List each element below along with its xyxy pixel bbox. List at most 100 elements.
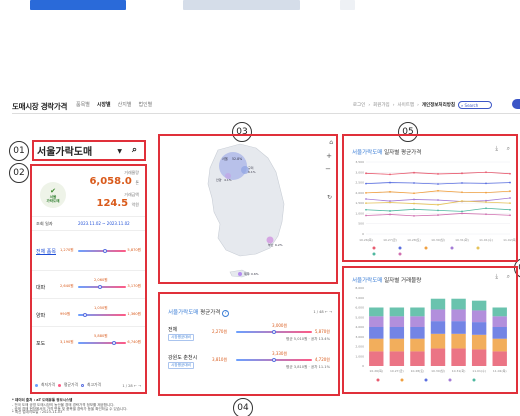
line-point (437, 199, 439, 201)
stacked-bar-segment (451, 298, 466, 310)
sitemap-link[interactable]: 사이트맵 (398, 102, 415, 108)
summary-pager[interactable]: 1 / 28 ← → (122, 384, 141, 388)
download-icon[interactable]: ⤓ (495, 145, 498, 153)
line-point (461, 200, 463, 202)
legend-swatch (372, 252, 376, 256)
x-tick-label: 11.02(목) (503, 238, 516, 242)
line-point (389, 201, 391, 204)
price-avg-dot (97, 285, 102, 289)
chevron-down-icon[interactable]: ▼ (117, 148, 122, 155)
stacked-bar-segment (471, 310, 487, 323)
x-tick-label: 10.31(화) (452, 368, 466, 373)
avg-row-avg: 3,000원 (272, 323, 288, 328)
y-tick-label: 2,500 (355, 181, 364, 185)
legend-swatch (450, 246, 454, 250)
zoom-out-icon[interactable]: − (325, 165, 331, 173)
average-price-pager[interactable]: 1 / 48 ← → (313, 310, 332, 314)
zoom-icon[interactable]: ⌕ (507, 145, 510, 153)
line-point (389, 181, 391, 184)
price-row-min: 3,190원 (60, 340, 74, 344)
price-row-name: 양파 (36, 313, 46, 319)
help-icon[interactable]: ? (222, 310, 230, 317)
y-tick-label: 4,000 (355, 325, 364, 329)
stacked-bar-segment (389, 307, 405, 317)
line-point (365, 202, 367, 205)
line-point (413, 208, 415, 211)
daily-price-chart-panel: 서울가락도매 일자별 평균가격 ⤓ ⌕ 0 500 1,000 1,500 2,000 2… (342, 134, 518, 262)
stacked-bar-segment (471, 300, 487, 311)
price-row-max: 5,870원 (127, 248, 141, 252)
avg-row-foot: 평균 5,010원 · 공차 13.4% (286, 337, 330, 341)
compare-button[interactable]: 시장평균대비 (168, 334, 194, 341)
price-row-max: 6,740원 (127, 340, 141, 344)
zoom-in-icon[interactable]: + (326, 152, 332, 160)
market-select[interactable]: 서울가락도매 ▼ ⌕ (32, 140, 146, 161)
legend-swatch (476, 246, 480, 250)
korea-map[interactable]: 서울 52.8% 구리 6.1% 안양 4.1% 부산 6.2% 제주 0.6% (160, 136, 336, 282)
avg-row-min: 3,810원 (212, 357, 228, 362)
tab-origin[interactable]: 산지별 (118, 101, 132, 108)
map-label-busan: 부산 (268, 242, 274, 247)
y-tick-label: 1,000 (355, 354, 364, 358)
legend-swatch (398, 252, 402, 256)
search-icon[interactable]: ⌕ (132, 145, 137, 155)
x-tick-label: 10.26(목) (369, 369, 383, 373)
top-secondary-button[interactable] (183, 0, 300, 10)
map-label-jeju: 제주 (244, 271, 250, 276)
tab-item[interactable]: 품목별 (76, 101, 90, 108)
price-avg-dot (112, 341, 116, 345)
map-pct-busan: 6.2% (275, 243, 283, 247)
line-point (365, 198, 367, 200)
top-tertiary-button[interactable] (340, 0, 355, 10)
line-point (365, 182, 367, 185)
line-point (389, 213, 391, 216)
privacy-link[interactable]: 개인정보처리방침 (422, 102, 455, 108)
stacked-bar-segment (430, 348, 446, 366)
line-point (413, 171, 415, 174)
legend-swatch (400, 378, 404, 382)
compare-button[interactable]: 시장평균대비 (168, 362, 194, 369)
line-point (365, 208, 367, 211)
stacked-bar-segment (389, 327, 405, 339)
stacked-bar-segment (410, 351, 425, 366)
legend-swatch (372, 246, 376, 250)
marker-04: 04 (233, 398, 253, 416)
header-search-input[interactable]: ⌕ Search (458, 101, 492, 109)
x-tick-label: 11.01(수) (479, 237, 493, 242)
side-toggle-button[interactable] (512, 99, 520, 109)
y-tick-label: 5,000 (355, 315, 364, 319)
avg-dot (272, 330, 276, 334)
stacked-bar-segment (492, 338, 507, 352)
download-icon[interactable]: ⤓ (495, 273, 498, 281)
avg-row-max: 5,870원 (314, 329, 330, 334)
price-row-name[interactable]: 전체 품목 (36, 248, 56, 255)
signup-link[interactable]: 회원가입 (373, 102, 390, 108)
marker-01: 01 (9, 141, 29, 161)
period-value[interactable]: 2023.11.02 ~ 2023.11.02 (78, 221, 130, 226)
line-point (485, 207, 487, 210)
price-range-bar (78, 342, 126, 344)
price-avg-dot (83, 313, 88, 317)
login-link[interactable]: 로그인 (353, 102, 365, 108)
price-row-avg: 5,880원 (94, 334, 108, 338)
stacked-bar-segment (410, 327, 425, 339)
refresh-icon[interactable]: ↻ (327, 194, 332, 201)
tab-market[interactable]: 시장별 (97, 101, 111, 108)
x-tick-label: 10.27(금) (383, 238, 397, 242)
x-tick-label: 11.02(목) (493, 369, 507, 373)
y-tick-label: 6,000 (355, 306, 364, 310)
home-icon[interactable]: ⌂ (329, 139, 333, 146)
tab-corp[interactable]: 법인별 (138, 101, 152, 108)
line-point (461, 212, 463, 215)
zoom-icon[interactable]: ⌕ (507, 273, 510, 281)
stacked-bar-segment (451, 333, 466, 349)
y-tick-label: 500 (358, 222, 364, 226)
stacked-bar-segment (451, 321, 466, 334)
period-label: 조회 일자 (36, 221, 53, 226)
line-point (437, 203, 439, 206)
price-legend: 최저가격 평균가격 최고가격 (35, 382, 101, 388)
top-primary-button[interactable] (30, 0, 126, 10)
trade-amount-value: 124.5 억원 (96, 198, 140, 209)
stacked-bar-segment (430, 298, 446, 310)
price-range-bar (78, 286, 126, 288)
